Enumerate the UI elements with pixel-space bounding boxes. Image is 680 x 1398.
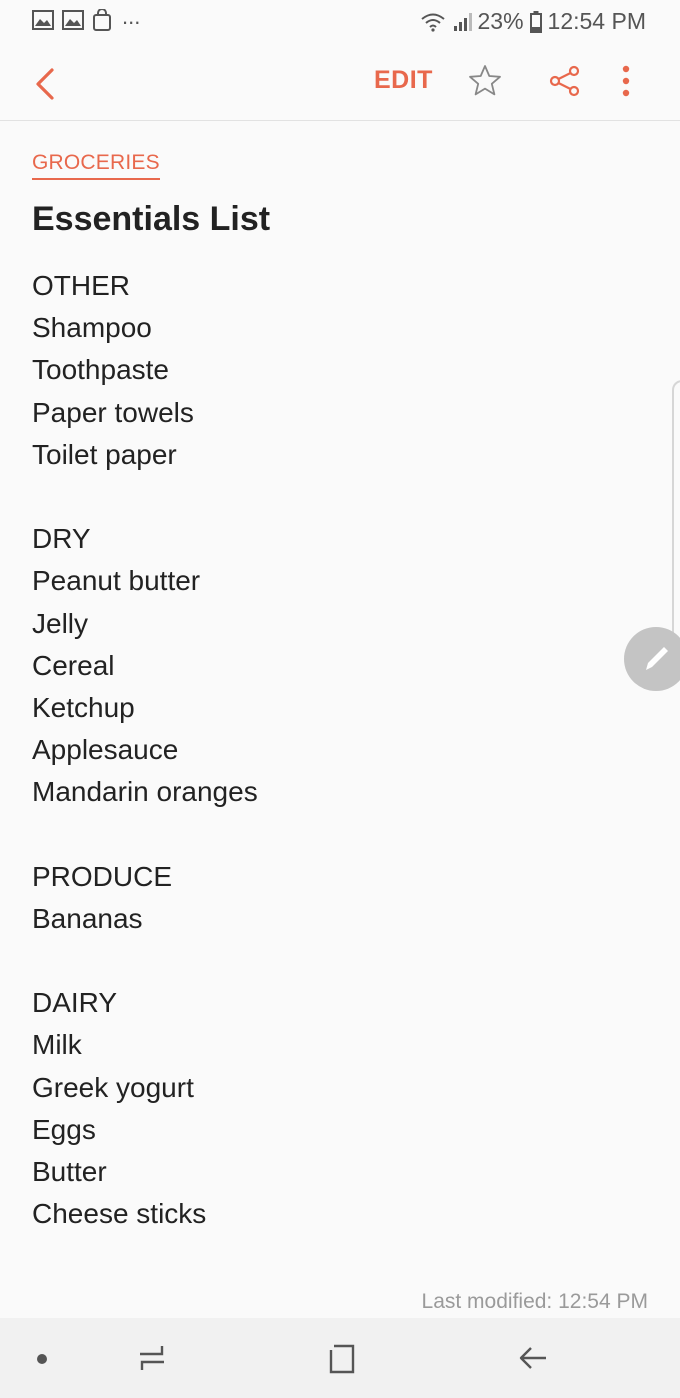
note-line: DRY xyxy=(32,523,91,555)
note-line: Peanut butter xyxy=(32,565,201,597)
star-icon xyxy=(469,65,501,96)
note-line: OTHER xyxy=(32,270,130,301)
note-line: PRODUCE xyxy=(32,860,173,892)
blank-line xyxy=(32,813,258,855)
note-line: Toilet paper xyxy=(32,438,177,470)
status-right: 23% 12:54 PM xyxy=(420,8,646,35)
last-modified: Last modified: 12:54 PM xyxy=(421,1290,648,1313)
note-line: Ketchup xyxy=(32,691,135,723)
edge-panel-handle[interactable] xyxy=(672,380,680,674)
back-arrow-icon xyxy=(36,68,54,100)
note-line: Greek yogurt xyxy=(32,1071,194,1103)
more-vert-icon xyxy=(622,65,630,97)
share-button[interactable] xyxy=(546,62,584,100)
note-title: Essentials List xyxy=(32,200,271,238)
note-line: Cereal xyxy=(32,649,115,681)
status-left: ... xyxy=(32,4,141,31)
signal-icon xyxy=(452,12,472,32)
note-body: OTHER Shampoo Toothpaste Paper towels Toilet… xyxy=(32,265,258,1235)
image-icon xyxy=(62,10,84,30)
note-line: Milk xyxy=(32,1029,82,1061)
note-line: Applesauce xyxy=(32,734,179,766)
home-icon xyxy=(329,1344,355,1374)
toolbar: EDIT xyxy=(0,44,680,121)
note-line: Jelly xyxy=(32,607,89,639)
shopping-bag-icon xyxy=(92,9,112,31)
wifi-icon xyxy=(420,12,446,32)
edit-pen-button[interactable] xyxy=(624,627,680,691)
note-line: Eggs xyxy=(32,1113,96,1145)
recents-icon xyxy=(140,1346,164,1370)
edit-button[interactable]: EDIT xyxy=(374,66,433,95)
note-line: Toothpaste xyxy=(32,354,169,386)
favorite-button[interactable] xyxy=(466,62,504,100)
image-icon xyxy=(32,10,54,30)
back-button[interactable] xyxy=(24,62,68,106)
back-nav-button[interactable] xyxy=(516,1340,552,1381)
status-bar: ... 23% 12:54 PM xyxy=(0,0,680,44)
note-line: Shampoo xyxy=(32,312,152,344)
back-icon xyxy=(519,1347,546,1369)
share-icon xyxy=(549,65,580,97)
more-options-button[interactable] xyxy=(612,62,640,102)
note-line: DAIRY xyxy=(32,987,118,1019)
note-line: Mandarin oranges xyxy=(32,776,258,808)
note-category[interactable]: GROCERIES xyxy=(32,151,160,180)
home-button[interactable] xyxy=(326,1340,358,1381)
note-line: Paper towels xyxy=(32,396,194,428)
note-line: Butter xyxy=(32,1155,107,1187)
nav-dot-icon[interactable] xyxy=(37,1354,47,1364)
clock: 12:54 PM xyxy=(547,8,646,34)
blank-line xyxy=(32,476,258,518)
blank-line xyxy=(32,940,258,982)
status-overflow: ... xyxy=(122,4,141,29)
battery-icon xyxy=(529,10,542,33)
navigation-bar xyxy=(0,1318,680,1398)
pen-icon xyxy=(646,647,668,670)
note-line: Bananas xyxy=(32,902,143,934)
recents-button[interactable] xyxy=(136,1340,168,1381)
battery-percent: 23% xyxy=(477,8,524,34)
note-line: Cheese sticks xyxy=(32,1198,207,1230)
